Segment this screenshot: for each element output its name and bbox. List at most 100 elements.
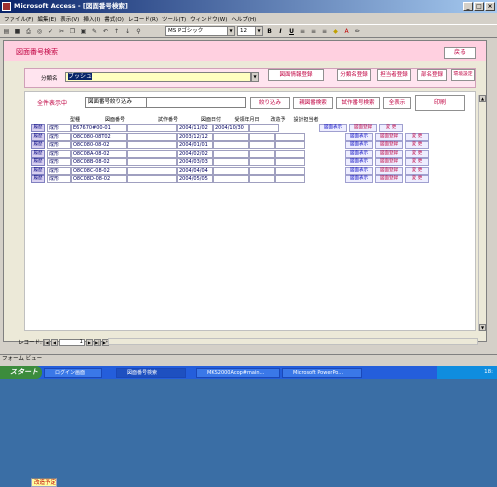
cell-person[interactable] bbox=[275, 158, 305, 166]
cell-date[interactable]: 2004/01/01 bbox=[177, 141, 213, 149]
cell-trial[interactable] bbox=[127, 141, 177, 149]
cell-no[interactable]: O8C08D-08-02 bbox=[71, 175, 127, 183]
cell-recv[interactable] bbox=[213, 175, 249, 183]
menu-item-5[interactable]: レコード(R) bbox=[126, 15, 160, 23]
fill-color-icon[interactable]: ◆ bbox=[331, 27, 340, 36]
menu-item-4[interactable]: 書式(O) bbox=[102, 15, 126, 23]
history-button[interactable]: 履歴 bbox=[31, 132, 45, 141]
cell-type[interactable]: 成形 bbox=[47, 132, 71, 141]
cell-type[interactable]: 成形 bbox=[47, 124, 71, 132]
menu-item-8[interactable]: ヘルプ(H) bbox=[229, 15, 258, 23]
minimize-button[interactable]: _ bbox=[463, 2, 473, 11]
cell-trial[interactable] bbox=[127, 149, 177, 158]
history-button[interactable]: 履歴 bbox=[31, 166, 45, 175]
cut-icon[interactable]: ✂ bbox=[57, 27, 66, 36]
align-center-icon[interactable]: ≡ bbox=[309, 27, 318, 36]
cell-person[interactable] bbox=[275, 166, 305, 175]
cell-no[interactable]: O8C08B-08-02 bbox=[71, 158, 127, 166]
cell-trial[interactable] bbox=[127, 132, 177, 141]
back-button[interactable]: 戻る bbox=[444, 47, 476, 59]
align-right-icon[interactable]: ≡ bbox=[320, 27, 329, 36]
cell-type[interactable]: 成形 bbox=[47, 149, 71, 158]
register-drawing-button[interactable]: 図面登録 bbox=[375, 132, 403, 141]
register-drawing-button[interactable]: 図面登録 bbox=[375, 166, 403, 175]
cell-trial[interactable] bbox=[127, 175, 177, 183]
view-drawing-button[interactable]: 図面表示 bbox=[345, 175, 373, 183]
filter-icon[interactable]: ⚲ bbox=[134, 27, 143, 36]
line-color-icon[interactable]: ✏ bbox=[353, 27, 362, 36]
filter-input[interactable] bbox=[146, 97, 246, 108]
horizontal-scrollbar[interactable] bbox=[108, 338, 478, 345]
history-button[interactable]: 履歴 bbox=[31, 124, 45, 132]
close-button[interactable]: × bbox=[485, 2, 495, 11]
cell-type[interactable]: 成形 bbox=[47, 175, 71, 183]
cell-date[interactable]: 2004/04/04 bbox=[177, 166, 213, 175]
cell-no[interactable]: O8C080-08T02 bbox=[71, 132, 127, 141]
print-button[interactable]: 印刷 bbox=[415, 95, 465, 111]
cell-status[interactable]: 改造予定有り bbox=[31, 478, 57, 487]
edit-button[interactable]: 変 更 bbox=[405, 132, 429, 141]
prev-record-icon[interactable]: ◀ bbox=[50, 338, 58, 346]
menu-item-7[interactable]: ウィンドウ(W) bbox=[188, 15, 229, 23]
italic-icon[interactable]: I bbox=[276, 27, 285, 36]
cell-recv[interactable]: 2004/10/30 bbox=[213, 124, 249, 132]
cell-status[interactable] bbox=[249, 166, 275, 175]
menu-item-0[interactable]: ファイル(F) bbox=[2, 15, 35, 23]
settings-button[interactable]: 環境設定 bbox=[451, 69, 475, 81]
cell-status[interactable] bbox=[249, 158, 275, 166]
preview-icon[interactable]: ◎ bbox=[35, 27, 44, 36]
cell-recv[interactable] bbox=[213, 149, 249, 158]
cell-status[interactable] bbox=[249, 141, 275, 149]
drawing-register-button[interactable]: 図面情報登録 bbox=[268, 69, 324, 81]
menu-item-6[interactable]: ツール(T) bbox=[160, 15, 188, 23]
copy-icon[interactable]: ❐ bbox=[68, 27, 77, 36]
cell-person[interactable] bbox=[275, 132, 305, 141]
font-size-combo[interactable]: 12 ▼ bbox=[237, 26, 263, 36]
cell-date[interactable]: 2004/11/02 bbox=[177, 124, 213, 132]
cell-no[interactable]: E67670#00-01 bbox=[71, 124, 127, 132]
spell-icon[interactable]: ✓ bbox=[46, 27, 55, 36]
parent-search-button[interactable]: 親図番検索 bbox=[293, 97, 333, 109]
menu-item-3[interactable]: 挿入(I) bbox=[81, 15, 102, 23]
view-drawing-button[interactable]: 図面表示 bbox=[345, 132, 373, 141]
cell-type[interactable]: 成形 bbox=[47, 166, 71, 175]
format-painter-icon[interactable]: ✎ bbox=[90, 27, 99, 36]
first-record-icon[interactable]: |◀ bbox=[42, 338, 50, 346]
cell-no[interactable]: O8C08A-08-02 bbox=[71, 149, 127, 158]
history-button[interactable]: 履歴 bbox=[31, 141, 45, 149]
cell-recv[interactable] bbox=[213, 158, 249, 166]
scroll-up-icon[interactable]: ▲ bbox=[479, 95, 486, 102]
view-drawing-button[interactable]: 図面表示 bbox=[345, 158, 373, 166]
view-drawing-button[interactable]: 図面表示 bbox=[345, 141, 373, 149]
cell-trial[interactable] bbox=[127, 166, 177, 175]
person-register-button[interactable]: 担当者登録 bbox=[377, 69, 411, 81]
last-record-icon[interactable]: ▶| bbox=[93, 338, 101, 346]
sort-desc-icon[interactable]: ↓ bbox=[123, 27, 132, 36]
cell-date[interactable]: 2004/05/05 bbox=[177, 175, 213, 183]
view-drawing-button[interactable]: 図面表示 bbox=[345, 149, 373, 158]
undo-icon[interactable]: ↶ bbox=[101, 27, 110, 36]
save-icon[interactable]: ■ bbox=[13, 27, 22, 36]
menu-item-1[interactable]: 編集(E) bbox=[35, 15, 58, 23]
vertical-scrollbar[interactable]: ▲ ▼ bbox=[478, 95, 486, 331]
cell-type[interactable]: 成形 bbox=[47, 141, 71, 149]
align-left-icon[interactable]: ≡ bbox=[298, 27, 307, 36]
register-drawing-button[interactable]: 図面登録 bbox=[349, 124, 377, 132]
edit-button[interactable]: 変 更 bbox=[405, 166, 429, 175]
cell-no[interactable]: O8C080-08-02 bbox=[71, 141, 127, 149]
department-register-button[interactable]: 部名登録 bbox=[417, 69, 447, 81]
cell-date[interactable]: 2003/12/12 bbox=[177, 132, 213, 141]
cell-trial[interactable] bbox=[127, 158, 177, 166]
sort-asc-icon[interactable]: ↑ bbox=[112, 27, 121, 36]
cell-person[interactable] bbox=[275, 175, 305, 183]
task-powerpoint[interactable]: Microsoft PowerPo... bbox=[282, 367, 362, 378]
view-icon[interactable]: ▤ bbox=[2, 27, 11, 36]
trial-search-button[interactable]: 試作番号検索 bbox=[336, 97, 380, 109]
cell-type[interactable]: 成形 bbox=[47, 158, 71, 166]
history-button[interactable]: 履歴 bbox=[31, 149, 45, 158]
register-drawing-button[interactable]: 図面登録 bbox=[375, 141, 403, 149]
cell-date[interactable]: 2004/02/02 bbox=[177, 149, 213, 158]
category-register-button[interactable]: 分類名登録 bbox=[337, 69, 371, 81]
edit-button[interactable]: 変 更 bbox=[405, 141, 429, 149]
edit-button[interactable]: 変 更 bbox=[405, 175, 429, 183]
